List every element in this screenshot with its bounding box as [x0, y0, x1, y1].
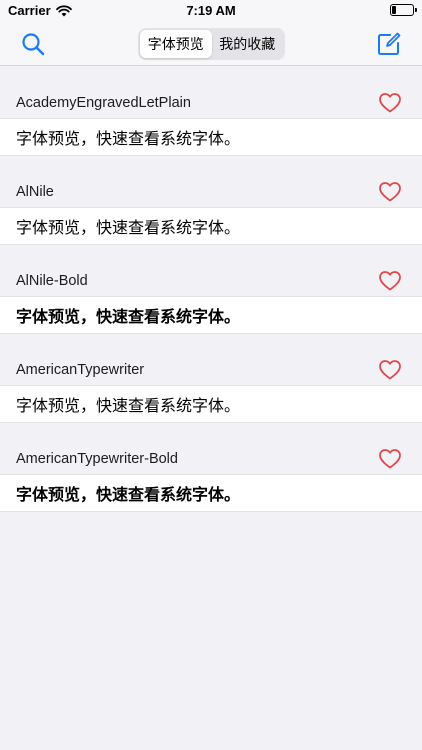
search-icon[interactable]	[20, 31, 46, 57]
status-bar: Carrier 7:19 AM	[0, 0, 422, 22]
font-name: AcademyEngravedLetPlain	[16, 95, 191, 111]
list-item: AmericanTypewriter 字体预览，快速查看系统字体。	[0, 356, 422, 423]
font-header: AcademyEngravedLetPlain	[0, 89, 422, 118]
status-right	[390, 4, 417, 16]
font-name: AlNile	[16, 184, 54, 200]
segment-font-preview[interactable]: 字体预览	[140, 30, 212, 58]
font-name: AmericanTypewriter	[16, 362, 145, 378]
list-item: AcademyEngravedLetPlain 字体预览，快速查看系统字体。	[0, 89, 422, 156]
heart-icon[interactable]	[378, 269, 402, 293]
navigation-bar: 字体预览 我的收藏	[0, 22, 422, 66]
font-preview[interactable]: 字体预览，快速查看系统字体。	[0, 474, 422, 512]
heart-icon[interactable]	[378, 447, 402, 471]
list-item: AlNile-Bold 字体预览，快速查看系统字体。	[0, 267, 422, 334]
font-header: AlNile	[0, 178, 422, 207]
compose-icon[interactable]	[376, 31, 402, 57]
list-item: AmericanTypewriter-Bold 字体预览，快速查看系统字体。	[0, 445, 422, 512]
font-header: AlNile-Bold	[0, 267, 422, 296]
segmented-control: 字体预览 我的收藏	[138, 28, 285, 60]
font-preview[interactable]: 字体预览，快速查看系统字体。	[0, 118, 422, 156]
font-preview[interactable]: 字体预览，快速查看系统字体。	[0, 385, 422, 423]
font-list: AcademyEngravedLetPlain 字体预览，快速查看系统字体。 A…	[0, 67, 422, 512]
segment-my-favorites[interactable]: 我的收藏	[212, 30, 284, 58]
font-header: AmericanTypewriter-Bold	[0, 445, 422, 474]
heart-icon[interactable]	[378, 180, 402, 204]
battery-icon	[390, 4, 417, 16]
status-time: 7:19 AM	[186, 3, 236, 18]
font-name: AlNile-Bold	[16, 273, 88, 289]
heart-icon[interactable]	[378, 91, 402, 115]
font-preview[interactable]: 字体预览，快速查看系统字体。	[0, 207, 422, 245]
heart-icon[interactable]	[378, 358, 402, 382]
list-item: AlNile 字体预览，快速查看系统字体。	[0, 178, 422, 245]
font-preview[interactable]: 字体预览，快速查看系统字体。	[0, 296, 422, 334]
font-name: AmericanTypewriter-Bold	[16, 451, 178, 467]
battery-fill	[392, 6, 397, 14]
font-header: AmericanTypewriter	[0, 356, 422, 385]
